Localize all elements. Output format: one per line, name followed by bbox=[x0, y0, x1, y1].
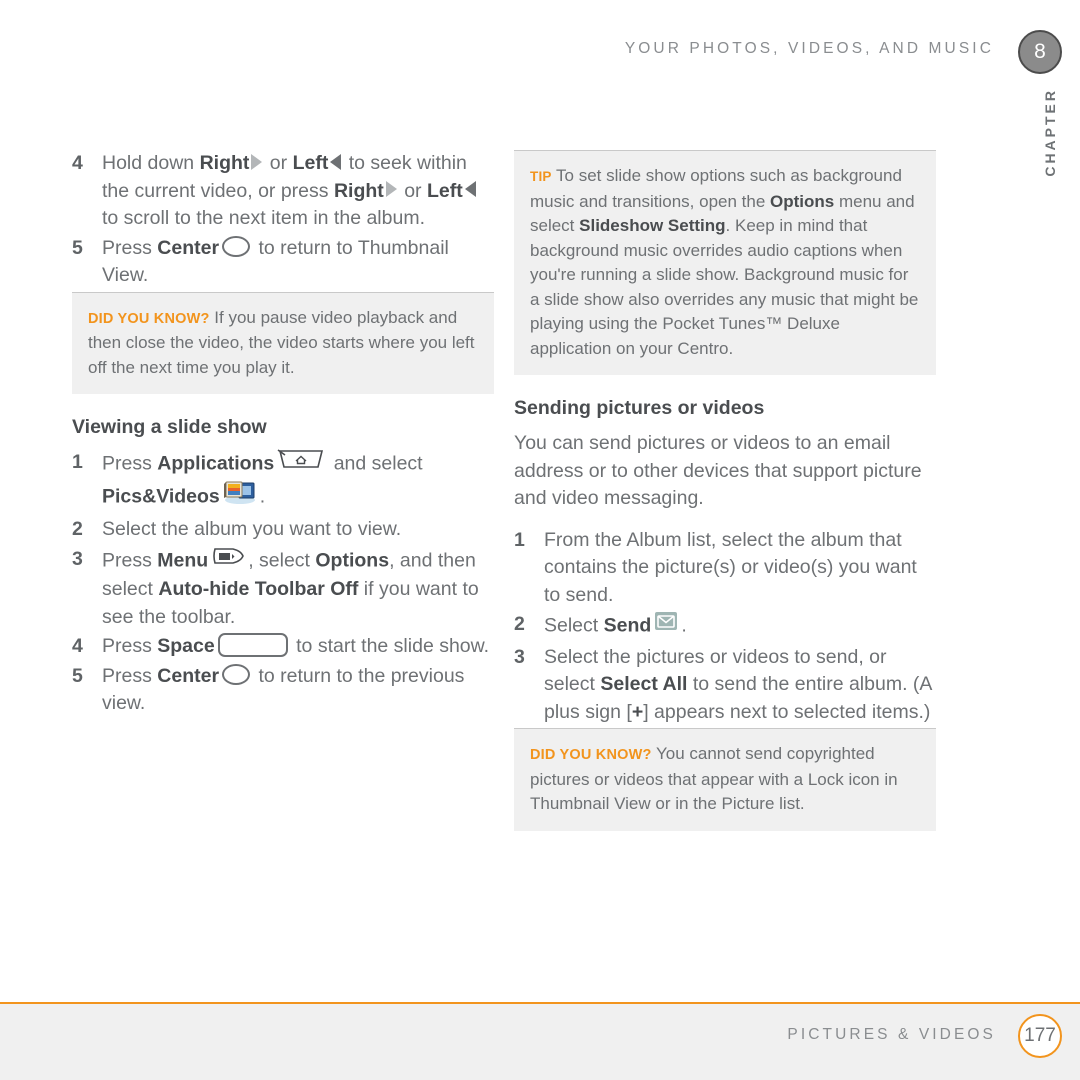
pics-and-videos-icon bbox=[223, 479, 257, 514]
step-text: Select Send. bbox=[544, 611, 936, 642]
step-text: Select the pictures or videos to send, o… bbox=[544, 645, 932, 723]
page-footer: PICTURES & VIDEOS 177 bbox=[0, 1002, 1080, 1080]
numbered-step: 1 Press Applications and select Pics&Vide… bbox=[72, 449, 494, 514]
arrow-right-icon bbox=[251, 153, 263, 170]
tip-label: TIP bbox=[530, 169, 552, 184]
step-number: 5 bbox=[72, 664, 83, 687]
right-column: TIP To set slide show options such as ba… bbox=[514, 150, 936, 831]
step-number: 3 bbox=[514, 645, 525, 668]
arrow-left-icon bbox=[330, 153, 342, 170]
step-text: Hold down Right or Left to seek within t… bbox=[102, 150, 494, 233]
step-text: Press Center to return to the previous v… bbox=[102, 663, 465, 714]
numbered-step: 2 Select the album you want to view. bbox=[72, 516, 494, 544]
emphasis-text: Send bbox=[603, 614, 652, 637]
applications-key-icon bbox=[277, 448, 325, 479]
numbered-step: 5 Press Center to return to the previous … bbox=[72, 663, 494, 718]
section-heading-viewing-slide-show: Viewing a slide show bbox=[72, 416, 267, 438]
emphasis-text: Space bbox=[157, 635, 215, 657]
step-text: Press Center to return to Thumbnail View… bbox=[102, 235, 449, 286]
menu-key-icon bbox=[211, 545, 245, 576]
step-text: Press Menu, select Options, and then sel… bbox=[102, 546, 494, 632]
step-text: From the Album list, select the album th… bbox=[544, 528, 917, 606]
emphasis-text: Applications bbox=[157, 452, 275, 475]
send-envelope-icon bbox=[654, 610, 678, 641]
emphasis-text: Left bbox=[426, 179, 463, 202]
center-key-icon bbox=[222, 235, 251, 257]
emphasis-text: Options bbox=[770, 191, 835, 211]
step-number: 5 bbox=[72, 236, 83, 259]
step-text: Press Space to start the slide show. bbox=[102, 632, 494, 661]
step-number: 1 bbox=[514, 528, 525, 551]
step-number: 3 bbox=[72, 547, 83, 570]
step-number: 4 bbox=[72, 635, 83, 657]
step-number: 2 bbox=[514, 613, 525, 635]
emphasis-text: Slideshow Setting bbox=[579, 216, 726, 235]
left-steps: 1 Press Applications and select Pics&Vide… bbox=[72, 449, 494, 718]
space-key-icon bbox=[217, 632, 288, 657]
step-number: 2 bbox=[72, 518, 83, 540]
did-you-know-callout-right: DID YOU KNOW? You cannot send copyrighte… bbox=[514, 728, 936, 831]
numbered-step: 4 Hold down Right or Left to seek within … bbox=[72, 150, 494, 233]
section-heading-sending-pictures: Sending pictures or videos bbox=[514, 397, 765, 419]
page-number-badge: 177 bbox=[1018, 1014, 1062, 1058]
did-you-know-callout-left: DID YOU KNOW? If you pause video playbac… bbox=[72, 291, 494, 394]
emphasis-text: Auto-hide Toolbar Off bbox=[158, 578, 359, 600]
numbered-step: 1 From the Album list, select the album t… bbox=[514, 527, 936, 610]
footer-title: PICTURES & VIDEOS bbox=[787, 1026, 996, 1043]
chapter-number-badge: 8 bbox=[1018, 30, 1062, 74]
step-text: Select the album you want to view. bbox=[102, 518, 402, 540]
emphasis-text: + bbox=[631, 700, 644, 723]
step-number: 1 bbox=[72, 451, 83, 473]
numbered-step: 3 Select the pictures or videos to send, … bbox=[514, 644, 936, 727]
emphasis-text: Menu bbox=[157, 548, 209, 571]
emphasis-text: Select All bbox=[600, 673, 688, 695]
arrow-right-icon bbox=[385, 181, 397, 198]
tip-callout: TIP To set slide show options such as ba… bbox=[514, 150, 936, 375]
step-text: Press Applications and select Pics&Video… bbox=[102, 449, 494, 514]
emphasis-text: Center bbox=[157, 236, 220, 259]
callout-label: DID YOU KNOW? bbox=[88, 310, 210, 327]
step-number: 4 bbox=[72, 152, 83, 174]
header-title: YOUR PHOTOS, VIDEOS, AND MUSIC bbox=[624, 40, 994, 57]
emphasis-text: Right bbox=[333, 179, 384, 202]
emphasis-text: Center bbox=[157, 664, 220, 687]
emphasis-text: Right bbox=[199, 152, 250, 174]
emphasis-text: Left bbox=[292, 152, 329, 174]
numbered-step: 2 Select Send. bbox=[514, 611, 936, 642]
emphasis-text: Options bbox=[315, 548, 390, 571]
numbered-step: 5 Press Center to return to Thumbnail Vie… bbox=[72, 235, 494, 290]
numbered-step: 3 Press Menu, select Options, and then se… bbox=[72, 546, 494, 632]
emphasis-text: Pics&Videos bbox=[102, 484, 220, 507]
chapter-side-label: CHAPTER bbox=[1042, 88, 1058, 177]
numbered-step: 4 Press Space to start the slide show. bbox=[72, 632, 494, 661]
callout-label: DID YOU KNOW? bbox=[530, 747, 652, 763]
sending-intro-paragraph: You can send pictures or videos to an em… bbox=[514, 432, 922, 509]
left-column: 4 Hold down Right or Left to seek within … bbox=[72, 150, 494, 720]
page-header: YOUR PHOTOS, VIDEOS, AND MUSIC 8 bbox=[0, 30, 1080, 90]
arrow-left-icon bbox=[464, 181, 476, 198]
center-key-icon bbox=[222, 663, 251, 685]
right-steps: 1 From the Album list, select the album t… bbox=[514, 527, 936, 727]
left-steps-continued: 4 Hold down Right or Left to seek within … bbox=[72, 150, 494, 290]
